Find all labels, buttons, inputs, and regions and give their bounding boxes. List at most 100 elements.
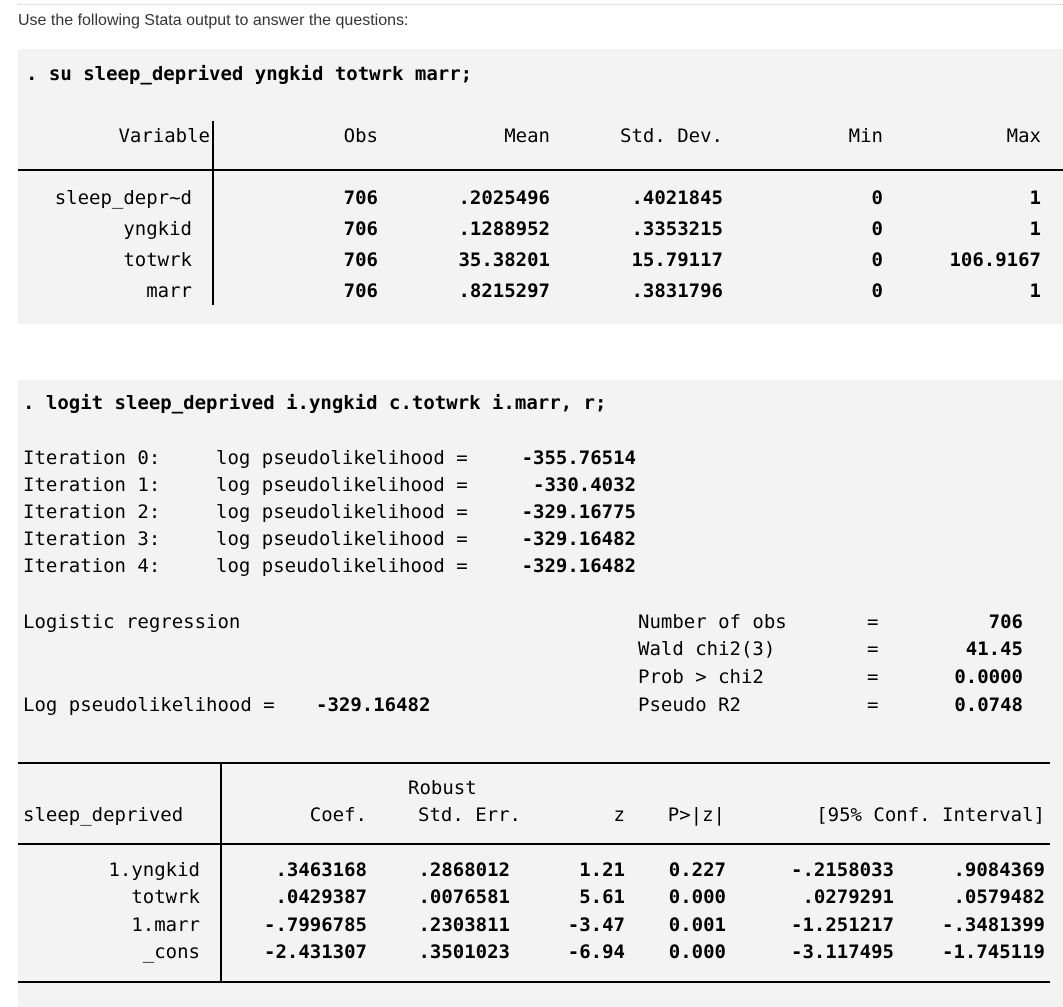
coef-z: -3.47	[567, 914, 625, 936]
row-variable: totwrk	[123, 249, 192, 271]
stat-label: Number of obs	[638, 611, 787, 633]
iteration-label: Iteration 2:	[23, 501, 161, 523]
coef-std-err: .3501023	[418, 941, 510, 963]
coef-p-value: 0.000	[668, 941, 726, 963]
header-mean: Mean	[504, 125, 550, 147]
stat-value: 0.0748	[954, 694, 1023, 716]
summary-output-panel: . su sleep_deprived yngkid totwrk marr; …	[18, 49, 1063, 324]
coef-variable: 1.marr	[131, 914, 200, 936]
header-std-err: Std. Err.	[418, 804, 521, 826]
row-std-dev: .3353215	[631, 218, 723, 240]
logit-command: . logit sleep_deprived i.yngkid c.totwrk…	[23, 392, 607, 414]
row-min: 0	[871, 218, 883, 240]
row-mean: 35.38201	[458, 249, 550, 271]
stat-label: Prob > chi2	[638, 666, 764, 688]
iteration-text: log pseudolikelihood =	[216, 555, 468, 577]
iteration-value: -329.16482	[521, 555, 636, 577]
header-max: Max	[1006, 125, 1041, 147]
row-max: 106.9167	[949, 249, 1041, 271]
depvar-label: sleep_deprived	[23, 804, 184, 826]
coef-z: 5.61	[579, 886, 625, 908]
coef-ci-lower: -1.251217	[791, 914, 894, 936]
coef-ci-upper: -.3481399	[942, 914, 1045, 936]
header-p-value: P>|z|	[667, 804, 725, 826]
iteration-text: log pseudolikelihood =	[216, 447, 468, 469]
stat-equals: =	[867, 638, 879, 660]
coef-table-top-rule	[18, 762, 1050, 764]
coef-z: -6.94	[567, 941, 625, 963]
iteration-label: Iteration 3:	[23, 528, 161, 550]
row-min: 0	[871, 280, 883, 302]
header-std-dev: Std. Dev.	[620, 125, 723, 147]
header-variable: Variable	[118, 125, 210, 147]
summary-column-separator	[212, 121, 214, 305]
row-std-dev: 15.79117	[631, 249, 723, 271]
row-obs: 706	[343, 218, 378, 240]
row-std-dev: .4021845	[631, 187, 723, 209]
iteration-text: log pseudolikelihood =	[216, 528, 468, 550]
coef-variable: totwrk	[131, 886, 200, 908]
coef-ci-upper: .0579482	[953, 886, 1045, 908]
log-pseudolikelihood-value: -329.16482	[316, 694, 431, 716]
header-conf-interval: [95% Conf. Interval]	[816, 804, 1045, 826]
coef-p-value: 0.001	[668, 914, 726, 936]
log-pseudolikelihood-label: Log pseudolikelihood =	[23, 694, 275, 716]
coef-table-header-rule	[18, 843, 1050, 845]
coef-table-bottom-rule	[18, 981, 1050, 983]
coef-std-err: .2303811	[418, 914, 510, 936]
stat-label: Wald chi2(3)	[638, 638, 776, 660]
row-obs: 706	[343, 187, 378, 209]
header-z: z	[613, 804, 625, 826]
stat-value: 41.45	[965, 638, 1023, 660]
row-min: 0	[871, 249, 883, 271]
row-min: 0	[871, 187, 883, 209]
row-variable: marr	[146, 280, 192, 302]
stat-equals: =	[867, 666, 879, 688]
coef-value: .0429387	[275, 886, 367, 908]
summary-command: . su sleep_deprived yngkid totwrk marr;	[26, 63, 473, 85]
row-std-dev: .3831796	[631, 280, 723, 302]
coef-p-value: 0.000	[668, 886, 726, 908]
instructions-text: Use the following Stata output to answer…	[18, 12, 409, 29]
row-variable: yngkid	[123, 218, 192, 240]
iteration-label: Iteration 4:	[23, 555, 161, 577]
coef-ci-upper: -1.745119	[942, 941, 1045, 963]
coef-ci-upper: .9084369	[953, 859, 1045, 881]
stat-equals: =	[867, 611, 879, 633]
iteration-value: -355.76514	[521, 447, 636, 469]
row-obs: 706	[343, 249, 378, 271]
iteration-label: Iteration 0:	[23, 447, 161, 469]
row-max: 1	[1029, 280, 1041, 302]
coef-table-column-separator	[220, 763, 222, 981]
header-coef: Coef.	[309, 804, 367, 826]
coef-ci-lower: -.2158033	[791, 859, 894, 881]
iteration-value: -330.4032	[533, 474, 636, 496]
coef-value: -2.431307	[264, 941, 367, 963]
row-obs: 706	[343, 280, 378, 302]
iteration-label: Iteration 1:	[23, 474, 161, 496]
model-title: Logistic regression	[23, 611, 241, 633]
coef-variable: 1.yngkid	[108, 859, 200, 881]
logit-output-panel: . logit sleep_deprived i.yngkid c.totwrk…	[18, 380, 1063, 1007]
header-obs: Obs	[343, 125, 378, 147]
row-max: 1	[1029, 218, 1041, 240]
row-max: 1	[1029, 187, 1041, 209]
coef-std-err: .0076581	[418, 886, 510, 908]
top-divider	[18, 0, 1063, 5]
iteration-text: log pseudolikelihood =	[216, 501, 468, 523]
row-variable: sleep_depr~d	[54, 187, 192, 209]
stat-value: 0.0000	[954, 666, 1023, 688]
coef-value: .3463168	[275, 859, 367, 881]
row-mean: .1288952	[458, 218, 550, 240]
stat-value: 706	[988, 611, 1023, 633]
coef-std-err: .2868012	[418, 859, 510, 881]
coef-variable: _cons	[142, 941, 200, 963]
header-min: Min	[848, 125, 883, 147]
coef-value: -.7996785	[264, 914, 367, 936]
stat-label: Pseudo R2	[638, 694, 741, 716]
iteration-text: log pseudolikelihood =	[216, 474, 468, 496]
coef-p-value: 0.227	[668, 859, 726, 881]
coef-ci-lower: .0279291	[802, 886, 894, 908]
row-mean: .2025496	[458, 187, 550, 209]
coef-ci-lower: -3.117495	[791, 941, 894, 963]
